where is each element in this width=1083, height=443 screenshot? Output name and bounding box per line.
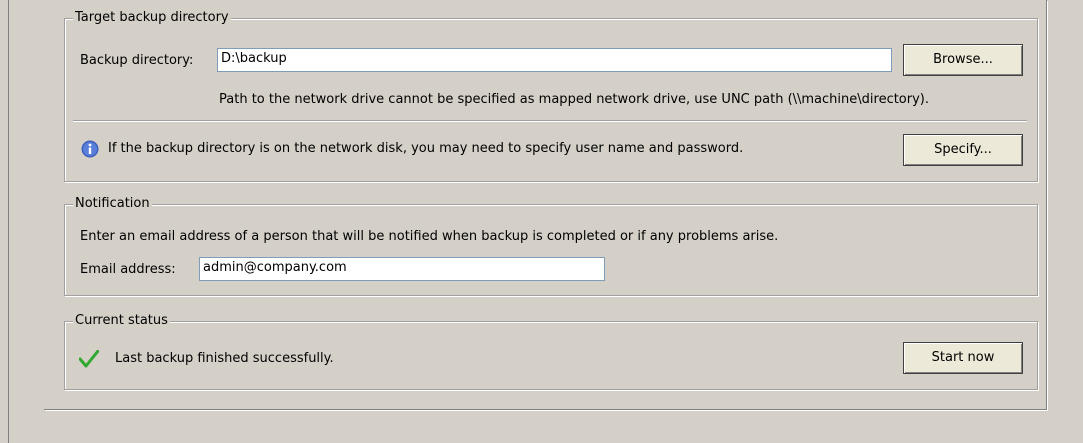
checkmark-icon (79, 350, 99, 368)
info-icon (81, 140, 99, 158)
status-text: Last backup finished successfully. (115, 351, 334, 366)
group-title-notification: Notification (73, 196, 152, 212)
group-title-current-status: Current status (73, 313, 170, 329)
email-address-label: Email address: (80, 262, 176, 277)
current-status-group: Current status Last backup finished succ… (64, 313, 1038, 390)
target-backup-directory-group: Target backup directory Backup directory… (64, 10, 1038, 182)
email-address-input[interactable]: admin@company.com (199, 257, 605, 281)
group-separator (73, 120, 1027, 122)
start-now-button[interactable]: Start now (903, 342, 1023, 374)
backup-directory-label: Backup directory: (80, 53, 194, 68)
network-disk-info-text: If the backup directory is on the networ… (108, 141, 744, 156)
specify-button[interactable]: Specify... (903, 134, 1023, 166)
notification-description: Enter an email address of a person that … (80, 229, 779, 244)
group-title-target: Target backup directory (73, 10, 231, 26)
unc-path-note: Path to the network drive cannot be spec… (219, 92, 930, 107)
browse-button[interactable]: Browse... (903, 44, 1023, 76)
window-left-border (8, 0, 9, 443)
backup-directory-input[interactable]: D:\backup (217, 48, 892, 72)
notification-group: Notification Enter an email address of a… (64, 196, 1038, 296)
